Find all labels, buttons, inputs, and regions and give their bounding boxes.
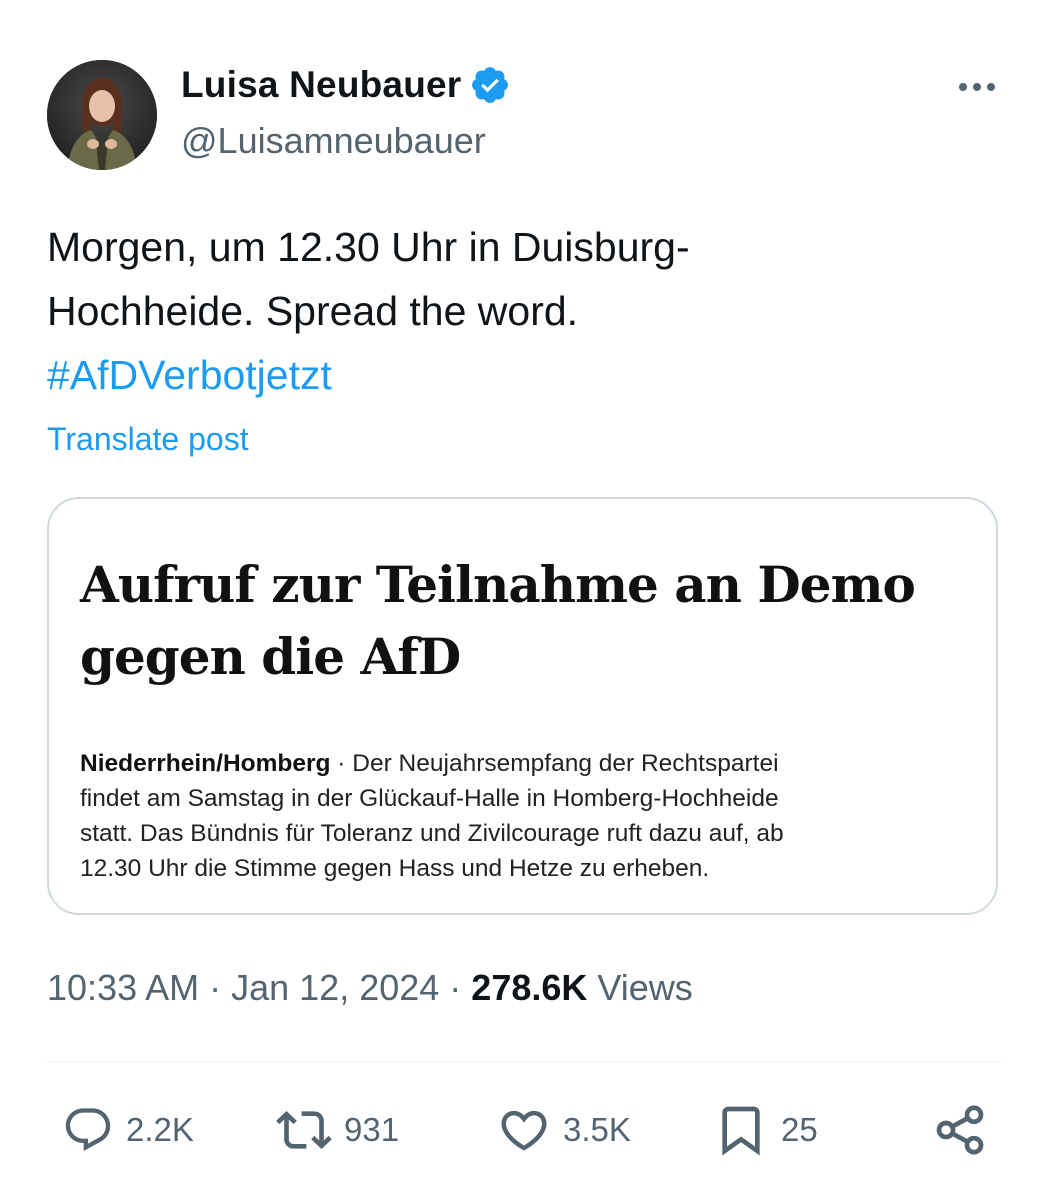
verified-badge-icon [472, 67, 509, 103]
card-body-line: 12.30 Uhr die Stimme gegen Hass und Hetz… [80, 855, 710, 882]
post-date[interactable]: Jan 12, 2024 [231, 967, 439, 1008]
tweet-text: Morgen, um 12.30 Uhr in Duisburg- Hochhe… [47, 215, 987, 407]
meta-separator: · [439, 967, 472, 1008]
divider [47, 1061, 1002, 1062]
card-body: Niederrhein/Homberg · Der Neujahrsempfan… [80, 746, 970, 886]
share-button[interactable] [932, 1100, 988, 1160]
card-body-intro: · Der Neujahrsempfang der Rechtspartei [330, 750, 779, 777]
repost-icon [276, 1111, 332, 1149]
author-name[interactable]: Luisa Neubauer [181, 64, 461, 106]
hashtag-link[interactable]: #AfDVerbotjetzt [47, 343, 987, 407]
card-body-line: statt. Das Bündnis für Toleranz und Zivi… [80, 820, 784, 847]
bookmark-icon [722, 1106, 760, 1156]
bookmark-count: 25 [781, 1111, 818, 1148]
views-count[interactable]: 278.6K [471, 967, 587, 1008]
like-button[interactable]: 3.5K [497, 1100, 631, 1160]
avatar[interactable] [47, 60, 157, 170]
share-icon [936, 1105, 984, 1155]
tweet-text-line: Morgen, um 12.30 Uhr in Duisburg- [47, 224, 690, 270]
card-headline: Aufruf zur Teilnahme an Demo gegen die A… [80, 549, 970, 693]
card-headline-line: Aufruf zur Teilnahme an Demo [80, 555, 916, 614]
reply-button[interactable]: 2.2K [62, 1100, 194, 1160]
tweet-text-line: Hochheide. Spread the word. [47, 288, 579, 334]
more-options-icon[interactable] [952, 72, 1002, 102]
author-name-row[interactable]: Luisa Neubauer [181, 64, 511, 106]
reply-icon [65, 1108, 111, 1152]
views-label: Views [587, 967, 693, 1008]
repost-button[interactable]: 931 [276, 1100, 399, 1160]
post-time[interactable]: 10:33 AM [47, 967, 199, 1008]
author-handle[interactable]: @Luisamneubauer [181, 120, 486, 162]
reply-count: 2.2K [126, 1111, 194, 1148]
like-count: 3.5K [563, 1111, 631, 1148]
repost-count: 931 [344, 1111, 400, 1148]
post-meta: 10:33 AM · Jan 12, 2024 · 278.6K Views [47, 967, 693, 1009]
card-headline-line: gegen die AfD [80, 627, 461, 686]
like-icon [501, 1110, 547, 1151]
card-body-line: Niederrhein/Homberg · Der Neujahrsempfan… [80, 746, 970, 781]
article-card[interactable]: Aufruf zur Teilnahme an Demo gegen die A… [47, 497, 998, 915]
avatar-photo [47, 60, 157, 170]
card-body-line: findet am Samstag in der Glückauf-Halle … [80, 785, 779, 812]
card-dateline: Niederrhein/Homberg [80, 750, 331, 777]
bookmark-button[interactable]: 25 [713, 1100, 818, 1160]
meta-separator: · [199, 967, 232, 1008]
translate-post-link[interactable]: Translate post [47, 421, 249, 458]
action-bar: 2.2K 931 3.5K 25 [0, 1100, 1049, 1160]
